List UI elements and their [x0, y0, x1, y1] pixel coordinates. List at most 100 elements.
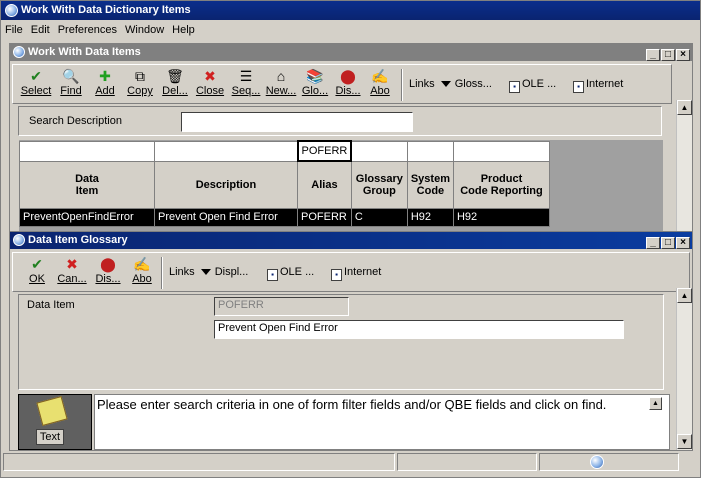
cell-data-item: PreventOpenFindError [19, 207, 155, 227]
qbe-data-item[interactable] [19, 140, 155, 162]
about-button[interactable]: ✍ Abo [367, 67, 393, 97]
internet-icon: ▪ [331, 269, 342, 281]
window2-title: Data Item Glossary [28, 234, 128, 246]
delete-button[interactable]: 🗑 Del... [161, 67, 189, 97]
add-icon: ✚ [99, 68, 111, 84]
ok-check-icon: ✔ [31, 256, 43, 272]
link-glossary[interactable]: Gloss... [455, 78, 492, 90]
window2-scrollbar[interactable]: ▲ ▼ [676, 288, 692, 450]
new-button[interactable]: ⌂ New... [265, 67, 297, 97]
internet-icon: ▪ [573, 81, 584, 93]
abo-icon: ✍ [133, 256, 151, 272]
link-ole[interactable]: ▪ OLE ... [509, 78, 556, 93]
new-icon: ⌂ [276, 68, 286, 84]
column-header-glossary-group[interactable]: Glossary Group [350, 160, 408, 209]
copy-button[interactable]: ⧉ Copy [125, 67, 155, 97]
menu-window[interactable]: Window [121, 21, 168, 36]
qbe-description[interactable] [154, 140, 298, 162]
sequence-button[interactable]: ☰ Seq... [231, 67, 261, 97]
minimize-button[interactable]: _ [646, 49, 660, 61]
link-internet[interactable]: ▪ Internet [331, 266, 381, 281]
link-internet[interactable]: ▪ Internet [573, 78, 623, 93]
link-ole[interactable]: ▪ OLE ... [267, 266, 314, 281]
window1-scrollbar[interactable]: ▲ [676, 100, 692, 234]
check-icon: ✔ [30, 68, 42, 84]
description-field[interactable]: Prevent Open Find Error [214, 320, 624, 339]
minimize-button[interactable]: _ [646, 237, 660, 249]
qbe-product-code[interactable] [452, 140, 550, 162]
display-icon: ⬤ [340, 68, 356, 84]
status-pane-1 [3, 453, 395, 471]
column-header-description[interactable]: Description [154, 160, 298, 209]
search-panel: Search Description [18, 106, 662, 136]
qbe-glossary-group[interactable] [350, 140, 408, 162]
search-description-input[interactable] [181, 112, 413, 132]
maximize-button[interactable]: □ [661, 49, 675, 61]
window1-titlebar: Work With Data Items _ □ × [10, 44, 692, 61]
links-dropdown[interactable]: Links Gloss... [409, 78, 492, 90]
ok-button[interactable]: ✔ OK [25, 255, 49, 285]
text-tab-label: Text [36, 429, 64, 445]
cell-description: Prevent Open Find Error [154, 207, 298, 227]
menu-edit[interactable]: Edit [27, 21, 54, 36]
display-icon: ⬤ [100, 256, 116, 272]
abo-icon: ✍ [371, 68, 389, 84]
glossary-icon: 📚 [306, 68, 324, 84]
status-bar [1, 451, 700, 473]
scroll-up-icon[interactable]: ▲ [677, 288, 692, 303]
menu-preferences[interactable]: Preferences [54, 21, 121, 36]
text-tab[interactable]: Text [18, 394, 92, 450]
ole-icon: ▪ [509, 81, 520, 93]
menu-file[interactable]: File [1, 21, 27, 36]
cell-glossary-group: C [350, 207, 408, 227]
cell-system-code: H92 [406, 207, 454, 227]
dropdown-arrow-icon [200, 269, 211, 275]
toolbar-separator [401, 69, 403, 101]
data-item-label: Data Item [27, 299, 75, 311]
cell-product-code: H92 [452, 207, 550, 227]
qbe-system-code[interactable] [406, 140, 454, 162]
status-pane-3 [539, 453, 679, 471]
scroll-down-icon[interactable]: ▼ [677, 434, 692, 449]
window1-title: Work With Data Items [28, 46, 141, 58]
find-button[interactable]: 🔍 Find [57, 67, 85, 97]
cell-alias: POFERR [297, 207, 352, 227]
close-window-button[interactable]: × [676, 237, 690, 249]
add-button[interactable]: ✚ Add [91, 67, 119, 97]
link-display[interactable]: Displ... [215, 266, 249, 278]
column-header-data-item[interactable]: Data Item [19, 160, 155, 209]
column-header-product-code[interactable]: Product Code Reporting [452, 160, 550, 209]
menu-bar: File Edit Preferences Window Help [1, 21, 700, 39]
links-dropdown[interactable]: Links Displ... [169, 266, 248, 278]
cancel-button[interactable]: ✖ Can... [57, 255, 87, 285]
column-header-alias[interactable]: Alias [297, 160, 352, 209]
display-button[interactable]: ⬤ Dis... [333, 67, 363, 97]
globe-icon [590, 455, 604, 469]
scroll-up-icon[interactable]: ▲ [677, 100, 692, 115]
about-button[interactable]: ✍ Abo [129, 255, 155, 285]
close-button[interactable]: ✖ Close [193, 67, 227, 97]
qbe-alias[interactable]: POFERR [296, 140, 353, 162]
toolbar-separator [161, 257, 163, 289]
message-text: Please enter search criteria in one of f… [97, 397, 607, 412]
column-header-system-code[interactable]: System Code [406, 160, 454, 209]
display-button[interactable]: ⬤ Dis... [93, 255, 123, 285]
glossary-button[interactable]: 📚 Glo... [301, 67, 329, 97]
delete-icon: 🗑 [166, 68, 184, 84]
data-items-grid: POFERR Data Item Description Alias Gloss… [19, 140, 550, 227]
app-title: Work With Data Dictionary Items [21, 4, 191, 16]
message-scroll-up-icon[interactable]: ▲ [649, 397, 662, 410]
message-area[interactable]: Please enter search criteria in one of f… [94, 394, 670, 450]
close-icon: ✖ [204, 68, 216, 84]
menu-help[interactable]: Help [168, 21, 199, 36]
ole-icon: ▪ [267, 269, 278, 281]
note-icon [36, 396, 68, 426]
window2-toolbar: ✔ OK ✖ Can... ⬤ Dis... ✍ Abo Links Displ... ▪… [12, 252, 690, 292]
select-button[interactable]: ✔ Select [19, 67, 53, 97]
status-pane-2 [397, 453, 537, 471]
glossary-header-panel: Data Item POFERR Prevent Open Find Error [18, 294, 664, 390]
find-icon: 🔍 [62, 68, 80, 84]
close-window-button[interactable]: × [676, 49, 690, 61]
table-row[interactable]: PreventOpenFindError Prevent Open Find E… [19, 207, 550, 227]
maximize-button[interactable]: □ [661, 237, 675, 249]
